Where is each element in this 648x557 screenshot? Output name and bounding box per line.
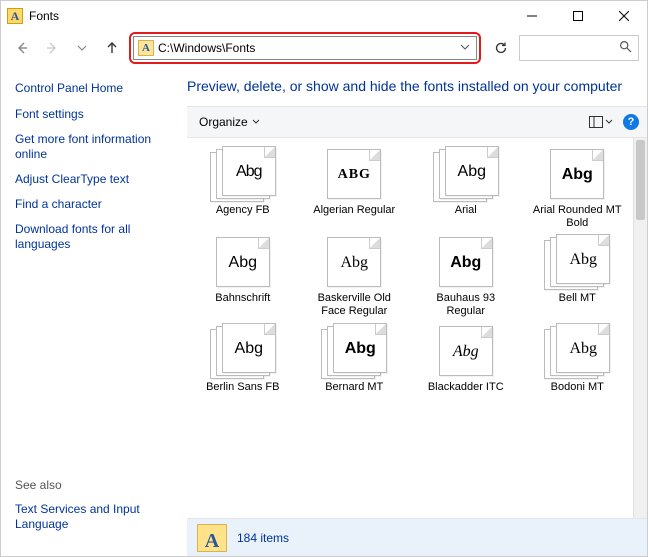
font-thumbnail: Abg — [544, 146, 610, 200]
font-sample: Abg — [235, 338, 263, 358]
font-sample: Abg — [450, 252, 481, 272]
search-icon — [619, 40, 632, 56]
organize-button[interactable]: Organize — [195, 113, 264, 131]
font-thumbnail: Abg — [433, 146, 499, 200]
sidebar-home[interactable]: Control Panel Home — [15, 81, 173, 95]
chevron-down-icon — [252, 118, 260, 126]
toolbar: Organize ? — [187, 106, 647, 138]
help-button[interactable]: ? — [623, 114, 639, 130]
font-thumbnail: Abg — [321, 323, 387, 377]
font-item[interactable]: Abg Blackadder ITC — [414, 323, 518, 407]
body-area: Control Panel Home Font settings Get mor… — [1, 67, 647, 556]
vertical-scrollbar[interactable] — [633, 138, 647, 518]
font-sample: Abg — [458, 161, 486, 181]
font-label: Bahnschrift — [215, 292, 270, 318]
font-sample: Abg — [453, 341, 479, 361]
titlebar: A Fonts — [1, 1, 647, 31]
maximize-button[interactable] — [555, 2, 601, 30]
address-highlight: A — [129, 32, 481, 64]
font-label: Blackadder ITC — [428, 381, 504, 407]
font-sample: Abg — [236, 161, 261, 181]
font-label: Agency FB — [216, 204, 270, 230]
font-label: Arial Rounded MT Bold — [527, 204, 627, 230]
address-dropdown-icon[interactable] — [458, 41, 472, 55]
address-bar[interactable]: A — [133, 36, 477, 60]
scrollbar-thumb[interactable] — [636, 140, 645, 220]
font-item[interactable]: Abg Bernard MT — [302, 323, 406, 407]
font-thumbnail: Abg — [433, 323, 499, 377]
font-thumbnail: Abg — [210, 146, 276, 200]
font-item[interactable]: Abg Agency FB — [191, 146, 295, 230]
sidebar-link-more-info[interactable]: Get more font information online — [15, 132, 173, 162]
window-title: Fonts — [29, 9, 509, 23]
recent-locations-button[interactable] — [69, 34, 95, 62]
sidebar-link-text-services[interactable]: Text Services and Input Language — [15, 502, 173, 532]
font-label: Bauhaus 93 Regular — [416, 292, 516, 318]
font-sample: Abg — [229, 252, 257, 272]
address-wrap: A — [129, 32, 515, 64]
address-input[interactable] — [158, 41, 458, 55]
font-item[interactable]: Abg Bauhaus 93 Regular — [414, 234, 518, 318]
font-thumbnail: Abg — [321, 234, 387, 288]
font-item[interactable]: Abg Baskerville Old Face Regular — [302, 234, 406, 318]
page-heading: Preview, delete, or show and hide the fo… — [187, 67, 647, 106]
font-thumbnail: Abg — [544, 234, 610, 288]
address-folder-icon: A — [138, 40, 154, 56]
font-label: Berlin Sans FB — [206, 381, 279, 407]
sidebar-see-also-head: See also — [15, 478, 173, 492]
sidebar: Control Panel Home Font settings Get mor… — [1, 67, 187, 556]
font-sample: Abg — [569, 338, 597, 358]
font-grid: AbgAgency FBABGAlgerian RegularAbgArialA… — [187, 138, 633, 518]
search-box[interactable] — [519, 35, 639, 61]
font-sample: Abg — [345, 338, 376, 358]
font-item[interactable]: ABG Algerian Regular — [302, 146, 406, 230]
font-sample: Abg — [569, 249, 597, 269]
font-label: Bernard MT — [325, 381, 383, 407]
font-thumbnail: Abg — [210, 234, 276, 288]
font-item[interactable]: Abg Arial — [414, 146, 518, 230]
sidebar-link-find-char[interactable]: Find a character — [15, 197, 173, 212]
refresh-button[interactable] — [487, 34, 515, 62]
font-item[interactable]: Abg Bahnschrift — [191, 234, 295, 318]
sidebar-link-download[interactable]: Download fonts for all languages — [15, 222, 173, 252]
up-button[interactable] — [99, 34, 125, 62]
close-button[interactable] — [601, 2, 647, 30]
font-sample: Abg — [562, 164, 593, 184]
font-sample: ABG — [338, 165, 371, 183]
sidebar-link-font-settings[interactable]: Font settings — [15, 107, 173, 122]
font-label: Bell MT — [559, 292, 596, 318]
main-pane: Preview, delete, or show and hide the fo… — [187, 67, 647, 556]
font-label: Baskerville Old Face Regular — [304, 292, 404, 318]
fonts-folder-icon: A — [197, 524, 227, 552]
status-bar: A 184 items — [187, 518, 647, 556]
font-thumbnail: Abg — [433, 234, 499, 288]
organize-label: Organize — [199, 115, 248, 129]
window-controls — [509, 2, 647, 30]
layout-button[interactable] — [585, 114, 617, 130]
layout-icon — [589, 116, 603, 128]
font-item[interactable]: Abg Bodoni MT — [525, 323, 629, 407]
font-thumbnail: ABG — [321, 146, 387, 200]
status-count: 184 items — [237, 531, 289, 545]
fonts-folder-icon: A — [7, 8, 23, 24]
back-button[interactable] — [9, 34, 35, 62]
forward-button[interactable] — [39, 34, 65, 62]
font-thumbnail: Abg — [210, 323, 276, 377]
grid-wrap: AbgAgency FBABGAlgerian RegularAbgArialA… — [187, 138, 647, 518]
minimize-button[interactable] — [509, 2, 555, 30]
font-label: Algerian Regular — [313, 204, 395, 230]
font-item[interactable]: Abg Bell MT — [525, 234, 629, 318]
font-sample: Abg — [340, 252, 368, 272]
sidebar-link-cleartype[interactable]: Adjust ClearType text — [15, 172, 173, 187]
font-item[interactable]: Abg Arial Rounded MT Bold — [525, 146, 629, 230]
font-label: Arial — [455, 204, 477, 230]
chevron-down-icon — [605, 118, 613, 126]
font-thumbnail: Abg — [544, 323, 610, 377]
font-label: Bodoni MT — [551, 381, 604, 407]
navigation-bar: A — [1, 31, 647, 67]
font-item[interactable]: Abg Berlin Sans FB — [191, 323, 295, 407]
